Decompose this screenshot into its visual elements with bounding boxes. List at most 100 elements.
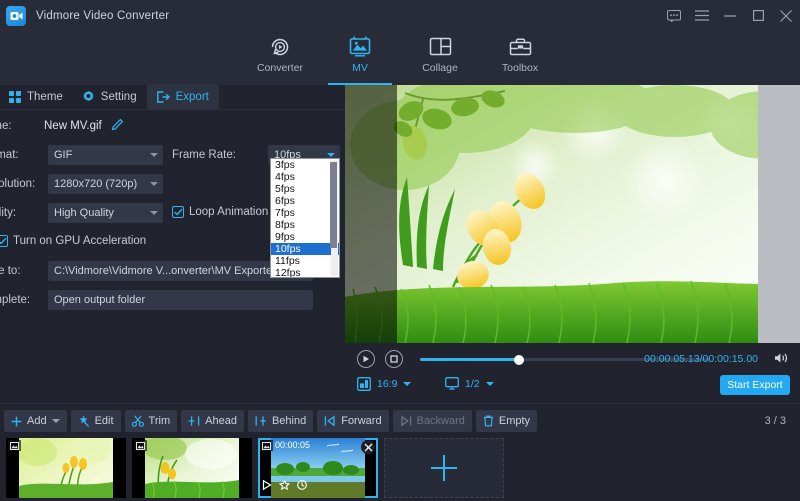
- chevron-down-icon[interactable]: [486, 382, 494, 386]
- framerate-option-7fps[interactable]: 7fps: [271, 207, 339, 219]
- toolbar-ahead-label: Ahead: [205, 415, 237, 427]
- format-select[interactable]: GIF: [48, 145, 163, 165]
- nav-toolbox[interactable]: Toolbox: [480, 31, 560, 85]
- stop-icon: [390, 355, 398, 363]
- preview-frame-image: [345, 85, 800, 343]
- timeline-add-slot[interactable]: [384, 438, 504, 498]
- chevron-down-icon[interactable]: [52, 419, 60, 423]
- timeline-clip-2[interactable]: [132, 438, 252, 498]
- row-complete: omplete: Open output folder: [0, 287, 345, 313]
- chevron-down-icon[interactable]: [403, 382, 411, 386]
- toolbar-empty-button[interactable]: Empty: [476, 410, 537, 432]
- clip-effect-button[interactable]: [279, 477, 290, 495]
- toolbar-behind-button[interactable]: Behind: [248, 410, 313, 432]
- framerate-dropdown-list[interactable]: 3fps4fps5fps6fps7fps8fps9fps10fps11fps12…: [270, 158, 340, 278]
- saveto-label: ave to:: [0, 258, 48, 284]
- clip-1-thumbnail: [19, 438, 113, 498]
- complete-select[interactable]: Open output folder: [48, 290, 313, 310]
- clip-counter: 3 / 3: [765, 415, 786, 427]
- clip-play-button[interactable]: [262, 477, 272, 495]
- chevron-down-icon: [150, 153, 158, 157]
- title-bar: Vidmore Video Converter: [0, 0, 800, 31]
- minimize-button[interactable]: [716, 0, 744, 31]
- image-icon: [262, 442, 271, 450]
- window-controls: [660, 0, 800, 31]
- feedback-button[interactable]: [660, 0, 688, 31]
- clip-3-actions: [262, 477, 307, 495]
- resolution-select[interactable]: 1280x720 (720p): [48, 174, 163, 194]
- resolution-label: esolution:: [0, 171, 48, 197]
- toolbar-ahead-button[interactable]: Ahead: [181, 410, 244, 432]
- framerate-option-8fps[interactable]: 8fps: [271, 219, 339, 231]
- player-row-playback: 00:00:05.13/00:00:15.00: [345, 345, 800, 373]
- play-button[interactable]: [357, 350, 375, 368]
- clock-duration-icon: [297, 480, 307, 490]
- toolbar-trim-label: Trim: [149, 415, 171, 427]
- plus-icon: [11, 416, 22, 427]
- hamburger-menu-button[interactable]: [688, 0, 716, 31]
- toolbar-add-button[interactable]: Add: [4, 410, 67, 432]
- clip-3-remove-button[interactable]: [361, 440, 375, 454]
- nav-collage[interactable]: Collage: [400, 31, 480, 85]
- name-value: New MV.gif: [44, 113, 102, 139]
- app-title: Vidmore Video Converter: [36, 10, 169, 22]
- volume-button[interactable]: [774, 351, 790, 370]
- toolbar-trim-button[interactable]: Trim: [125, 410, 178, 432]
- toolbar-backward-button[interactable]: Backward: [393, 410, 472, 432]
- clip-1-badge: [8, 440, 21, 451]
- zoom-control[interactable]: 1/2: [445, 377, 494, 390]
- timeline-strip: 00:00:05: [0, 438, 800, 501]
- complete-value: Open output folder: [54, 294, 145, 306]
- framerate-option-12fps[interactable]: 12fps: [271, 267, 339, 278]
- quality-select[interactable]: High Quality: [48, 203, 163, 223]
- toolbar-forward-button[interactable]: Forward: [317, 410, 388, 432]
- timeline-clip-1[interactable]: [6, 438, 126, 498]
- framerate-option-6fps[interactable]: 6fps: [271, 195, 339, 207]
- tab-setting[interactable]: Setting: [73, 84, 147, 109]
- framerate-option-11fps[interactable]: 11fps: [271, 255, 339, 267]
- dropdown-scrollbar-thumb[interactable]: [330, 162, 337, 248]
- close-button[interactable]: [772, 0, 800, 31]
- framerate-option-5fps[interactable]: 5fps: [271, 183, 339, 195]
- player-start-export-button[interactable]: Start Export: [720, 375, 790, 395]
- aspect-ratio-control[interactable]: 16:9: [357, 377, 411, 391]
- toolbar-backward-label: Backward: [417, 415, 465, 427]
- maximize-button[interactable]: [744, 0, 772, 31]
- image-icon: [136, 442, 145, 450]
- collage-grid-icon: [429, 34, 452, 60]
- framerate-option-9fps[interactable]: 9fps: [271, 231, 339, 243]
- aspect-ratio-value: 16:9: [377, 378, 397, 390]
- video-preview[interactable]: [345, 85, 800, 343]
- timeline-clip-3[interactable]: 00:00:05: [258, 438, 378, 498]
- loop-animation-checkbox[interactable]: Loop Animation: [172, 206, 268, 218]
- gpu-acceleration-label: Turn on GPU Acceleration: [13, 235, 146, 247]
- tab-theme[interactable]: Theme: [0, 84, 73, 109]
- stop-button[interactable]: [385, 350, 403, 368]
- tab-export[interactable]: Export: [147, 84, 219, 109]
- framerate-option-10fps[interactable]: 10fps: [271, 243, 339, 255]
- pencil-edit-icon[interactable]: [110, 118, 124, 137]
- toolbar-edit-button[interactable]: Edit: [71, 410, 121, 432]
- framerate-option-4fps[interactable]: 4fps: [271, 171, 339, 183]
- toolbar-add-label: Add: [27, 415, 47, 427]
- toolbar-empty-label: Empty: [499, 415, 530, 427]
- chevron-down-icon: [150, 182, 158, 186]
- zoom-value: 1/2: [465, 378, 480, 390]
- play-icon: [262, 480, 272, 490]
- move-backward-icon: [400, 415, 412, 427]
- gpu-acceleration-checkbox[interactable]: Turn on GPU Acceleration: [0, 235, 146, 247]
- framerate-option-3fps[interactable]: 3fps: [271, 159, 339, 171]
- nav-converter-label: Converter: [257, 62, 303, 74]
- magic-wand-icon: [78, 415, 90, 427]
- close-icon: [364, 443, 373, 452]
- export-arrow-icon: [156, 91, 170, 103]
- toolbar-edit-label: Edit: [95, 415, 114, 427]
- nav-converter[interactable]: Converter: [240, 31, 320, 85]
- nav-mv[interactable]: MV: [320, 31, 400, 85]
- progress-knob[interactable]: [514, 355, 524, 365]
- dropdown-scrollbar-track[interactable]: [331, 160, 338, 276]
- format-value: GIF: [54, 149, 72, 161]
- clip-duration-button[interactable]: [297, 477, 307, 495]
- nav-toolbox-label: Toolbox: [502, 62, 538, 74]
- insert-behind-icon: [255, 415, 267, 427]
